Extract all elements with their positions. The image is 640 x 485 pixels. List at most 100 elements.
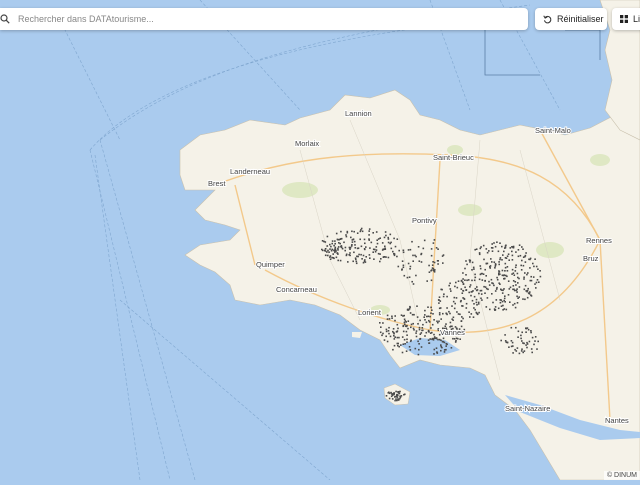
- poi-marker[interactable]: [403, 318, 406, 321]
- poi-marker[interactable]: [521, 348, 523, 350]
- poi-marker[interactable]: [502, 304, 504, 307]
- poi-marker[interactable]: [442, 262, 444, 264]
- poi-marker[interactable]: [516, 288, 518, 290]
- poi-marker[interactable]: [525, 252, 527, 254]
- poi-marker[interactable]: [527, 272, 529, 274]
- poi-marker[interactable]: [522, 256, 525, 258]
- poi-marker[interactable]: [403, 274, 406, 277]
- poi-marker[interactable]: [400, 344, 402, 346]
- poi-marker[interactable]: [374, 250, 377, 253]
- poi-marker[interactable]: [334, 248, 336, 250]
- poi-marker[interactable]: [407, 262, 410, 265]
- poi-marker[interactable]: [335, 256, 338, 259]
- poi-marker[interactable]: [478, 252, 481, 254]
- poi-marker[interactable]: [514, 270, 517, 272]
- poi-marker[interactable]: [417, 340, 419, 343]
- poi-marker[interactable]: [453, 338, 456, 340]
- poi-marker[interactable]: [409, 340, 412, 343]
- poi-marker[interactable]: [340, 230, 342, 233]
- poi-marker[interactable]: [480, 246, 482, 248]
- poi-marker[interactable]: [436, 260, 439, 262]
- poi-marker[interactable]: [480, 293, 483, 295]
- poi-marker[interactable]: [508, 259, 510, 261]
- poi-marker[interactable]: [475, 301, 478, 304]
- poi-marker[interactable]: [521, 331, 523, 334]
- poi-marker[interactable]: [466, 263, 468, 266]
- poi-marker[interactable]: [493, 261, 496, 263]
- search-input[interactable]: [18, 14, 518, 24]
- poi-marker[interactable]: [332, 253, 334, 255]
- poi-marker[interactable]: [446, 343, 448, 346]
- poi-marker[interactable]: [360, 227, 363, 230]
- poi-marker[interactable]: [382, 332, 384, 335]
- poi-marker[interactable]: [393, 252, 395, 255]
- poi-marker[interactable]: [388, 318, 391, 320]
- poi-marker[interactable]: [396, 331, 398, 333]
- poi-marker[interactable]: [456, 286, 459, 289]
- poi-marker[interactable]: [398, 336, 400, 339]
- poi-marker[interactable]: [465, 274, 467, 276]
- poi-marker[interactable]: [464, 279, 466, 281]
- poi-marker[interactable]: [408, 346, 411, 348]
- poi-marker[interactable]: [387, 238, 390, 240]
- poi-marker[interactable]: [531, 336, 534, 339]
- poi-marker[interactable]: [422, 323, 424, 326]
- poi-marker[interactable]: [379, 322, 381, 324]
- poi-marker[interactable]: [528, 293, 531, 295]
- poi-marker[interactable]: [418, 328, 421, 331]
- poi-marker[interactable]: [481, 272, 483, 275]
- poi-marker[interactable]: [348, 254, 350, 256]
- poi-marker[interactable]: [530, 295, 533, 297]
- poi-marker[interactable]: [465, 260, 467, 262]
- poi-marker[interactable]: [477, 303, 480, 305]
- poi-marker[interactable]: [514, 306, 517, 309]
- poi-marker[interactable]: [413, 329, 415, 331]
- poi-marker[interactable]: [517, 249, 520, 251]
- poi-marker[interactable]: [396, 342, 399, 345]
- poi-marker[interactable]: [527, 287, 529, 290]
- poi-marker[interactable]: [353, 230, 355, 233]
- poi-marker[interactable]: [387, 392, 390, 394]
- poi-marker[interactable]: [385, 335, 387, 338]
- poi-marker[interactable]: [331, 242, 333, 245]
- poi-marker[interactable]: [512, 285, 515, 287]
- poi-marker[interactable]: [449, 321, 452, 324]
- poi-marker[interactable]: [517, 255, 520, 258]
- poi-marker[interactable]: [393, 344, 396, 347]
- poi-marker[interactable]: [392, 392, 395, 395]
- poi-marker[interactable]: [486, 297, 489, 299]
- poi-marker[interactable]: [385, 395, 388, 397]
- poi-marker[interactable]: [383, 339, 386, 341]
- poi-marker[interactable]: [513, 274, 516, 276]
- poi-marker[interactable]: [397, 391, 400, 393]
- poi-marker[interactable]: [520, 264, 522, 267]
- poi-marker[interactable]: [415, 335, 418, 338]
- poi-marker[interactable]: [375, 246, 378, 248]
- poi-marker[interactable]: [517, 330, 520, 333]
- poi-marker[interactable]: [516, 295, 518, 298]
- poi-marker[interactable]: [389, 335, 392, 338]
- poi-marker[interactable]: [522, 351, 524, 354]
- poi-marker[interactable]: [451, 318, 453, 320]
- poi-marker[interactable]: [438, 296, 441, 298]
- poi-marker[interactable]: [344, 246, 347, 249]
- poi-marker[interactable]: [349, 252, 351, 254]
- poi-marker[interactable]: [356, 247, 359, 250]
- poi-marker[interactable]: [529, 258, 531, 261]
- poi-marker[interactable]: [534, 340, 536, 342]
- poi-marker[interactable]: [409, 248, 412, 251]
- poi-marker[interactable]: [331, 240, 334, 242]
- poi-marker[interactable]: [394, 336, 396, 338]
- poi-marker[interactable]: [522, 264, 525, 267]
- poi-marker[interactable]: [499, 301, 502, 304]
- poi-marker[interactable]: [334, 240, 336, 242]
- poi-marker[interactable]: [392, 328, 395, 330]
- poi-marker[interactable]: [490, 258, 492, 260]
- poi-marker[interactable]: [345, 234, 347, 236]
- poi-marker[interactable]: [393, 237, 395, 240]
- poi-marker[interactable]: [333, 244, 335, 247]
- poi-marker[interactable]: [363, 248, 366, 250]
- poi-marker[interactable]: [511, 250, 513, 253]
- poi-marker[interactable]: [467, 279, 470, 281]
- poi-marker[interactable]: [530, 330, 532, 332]
